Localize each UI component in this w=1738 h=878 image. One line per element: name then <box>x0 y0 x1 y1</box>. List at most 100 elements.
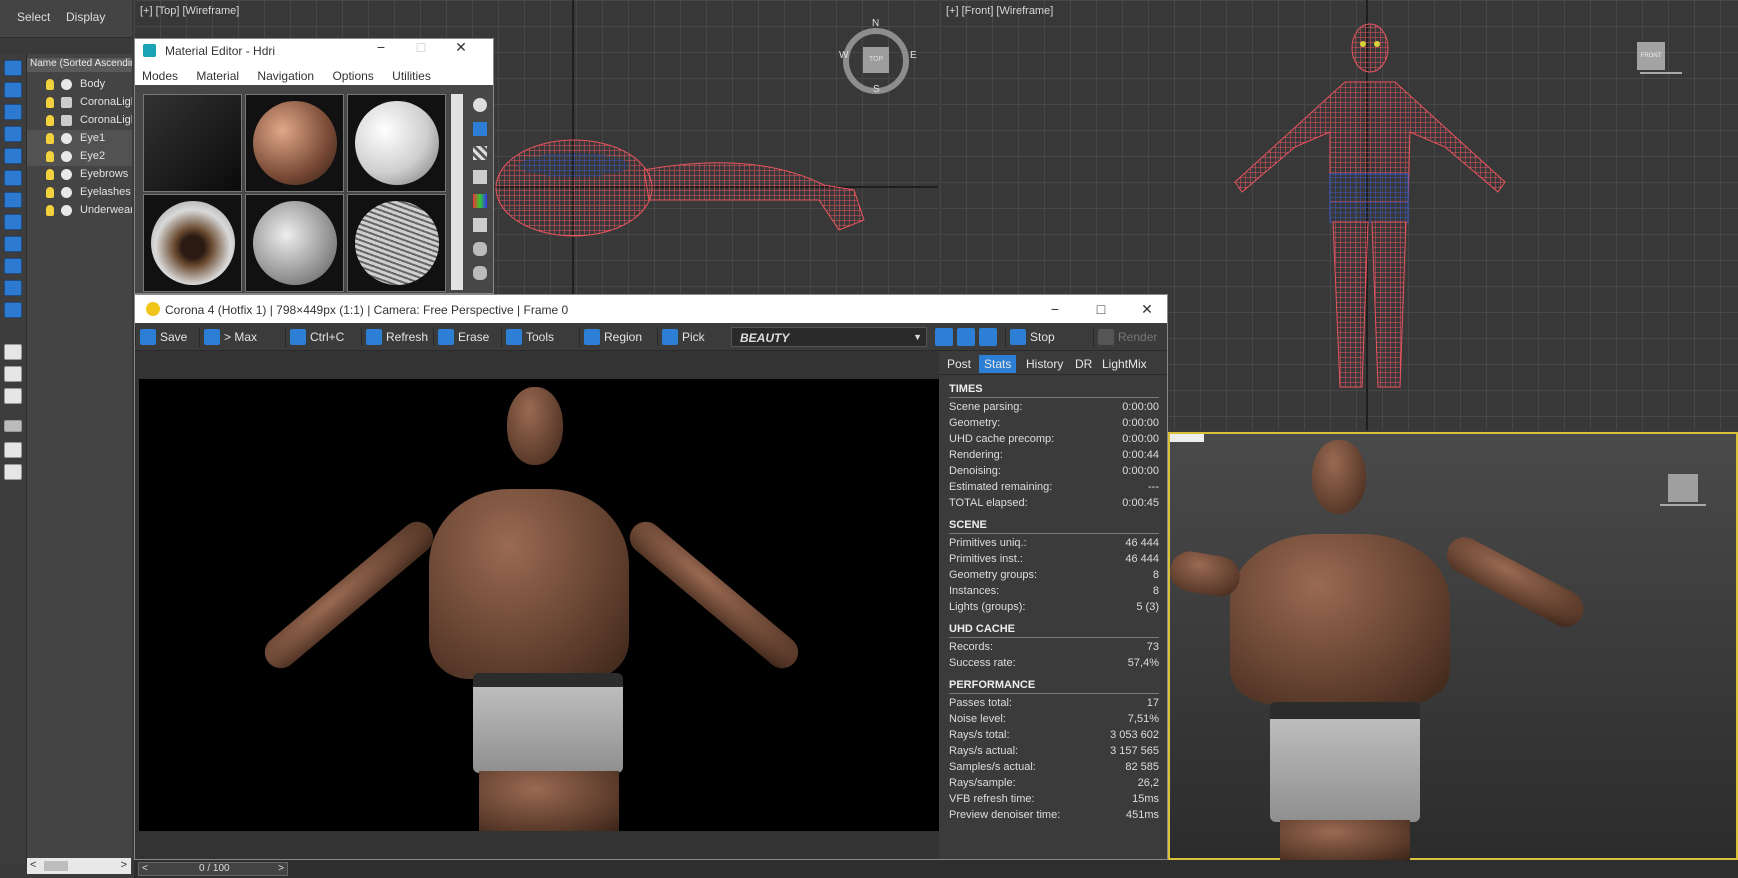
display-xrefs-icon[interactable] <box>4 236 22 252</box>
time-slider[interactable]: < 0 / 100 > <box>138 862 288 876</box>
video-color-icon[interactable] <box>473 194 487 208</box>
make-preview-icon[interactable] <box>473 218 487 232</box>
scroll-thumb[interactable] <box>44 861 68 871</box>
render-canvas[interactable] <box>139 379 939 831</box>
sort-icon[interactable] <box>4 442 22 458</box>
menu-modes[interactable]: Modes <box>142 69 178 83</box>
material-slot-eye[interactable] <box>143 194 242 292</box>
list-item[interactable]: Body <box>27 76 132 94</box>
menu-navigation[interactable]: Navigation <box>257 69 314 83</box>
backlight-icon[interactable] <box>473 122 487 136</box>
menu-material[interactable]: Material <box>196 69 239 83</box>
display-bones-icon[interactable] <box>4 258 22 274</box>
erase-button[interactable]: Erase <box>433 327 495 347</box>
tools-button[interactable]: Tools <box>501 327 560 347</box>
menu-utilities[interactable]: Utilities <box>392 69 431 83</box>
maximize-icon[interactable]: □ <box>1081 295 1121 323</box>
viewport-perspective[interactable] <box>1167 432 1738 860</box>
display-shapes-icon[interactable] <box>4 104 22 120</box>
save-button[interactable]: Save <box>135 327 193 347</box>
select-by-material-icon[interactable] <box>473 266 487 280</box>
render-pass-select[interactable]: BEAUTY ▼ <box>731 327 927 347</box>
viewport-label[interactable]: [+] [Front] [Wireframe] <box>946 5 1053 17</box>
background-icon[interactable] <box>473 146 487 160</box>
tab-dr[interactable]: DR <box>1070 355 1097 373</box>
list-item[interactable]: Eye1 <box>27 130 132 148</box>
explorer-column-header[interactable]: Name (Sorted Ascending) <box>27 58 132 72</box>
options-icon[interactable] <box>473 242 487 256</box>
close-icon[interactable]: ✕ <box>441 39 481 63</box>
light-bulb-icon[interactable] <box>46 133 54 144</box>
zoom-fit-icon[interactable] <box>979 328 997 346</box>
light-bulb-icon[interactable] <box>46 97 54 108</box>
viewcube-top[interactable]: TOP <box>863 47 889 73</box>
material-slot-fabric[interactable] <box>347 94 446 192</box>
wireframe-body-front[interactable] <box>1220 22 1520 394</box>
scroll-right-arrow-icon[interactable]: > <box>121 859 127 871</box>
select-objects-icon[interactable] <box>4 60 22 76</box>
sample-type-icon[interactable] <box>473 98 487 112</box>
copy-button[interactable]: Ctrl+C <box>285 327 350 347</box>
light-bulb-icon[interactable] <box>46 169 54 180</box>
light-bulb-icon[interactable] <box>46 187 54 198</box>
material-editor-titlebar[interactable]: Material Editor - Hdri − □ ✕ <box>135 39 493 63</box>
list-item[interactable]: Eye2 <box>27 148 132 166</box>
material-slot-hair[interactable] <box>347 194 446 292</box>
menu-options[interactable]: Options <box>332 69 373 83</box>
display-containers-icon[interactable] <box>4 280 22 296</box>
pick-button[interactable]: Pick <box>657 327 711 347</box>
viewport-label[interactable]: [+] [Top] [Wireframe] <box>140 5 239 17</box>
uv-tiling-icon[interactable] <box>473 170 487 184</box>
page-icon[interactable] <box>4 344 22 360</box>
render-button[interactable]: Render <box>1093 327 1163 347</box>
display-geometry-icon[interactable] <box>4 82 22 98</box>
time-prev-icon[interactable]: < <box>142 863 148 874</box>
scroll-left-arrow-icon[interactable]: < <box>30 859 36 871</box>
tab-post[interactable]: Post <box>942 355 976 373</box>
zoom-in-icon[interactable] <box>935 328 953 346</box>
layer-icon[interactable] <box>4 464 22 480</box>
display-spacewarps-icon[interactable] <box>4 192 22 208</box>
list-item[interactable]: Underwear <box>27 202 132 220</box>
wireframe-body-top[interactable] <box>494 130 938 250</box>
none-icon[interactable] <box>4 388 22 404</box>
explorer-horizontal-scrollbar[interactable]: < > <box>27 858 131 874</box>
zoom-out-icon[interactable] <box>957 328 975 346</box>
stop-button[interactable]: Stop <box>1005 327 1061 347</box>
display-frozen-icon[interactable] <box>4 302 22 318</box>
material-editor-scrollbar[interactable] <box>451 94 463 290</box>
tab-stats[interactable]: Stats <box>979 355 1017 373</box>
minimize-icon[interactable]: − <box>1035 295 1075 323</box>
tab-lightmix[interactable]: LightMix <box>1097 355 1152 373</box>
material-slot-hdri[interactable] <box>143 94 242 192</box>
light-bulb-icon[interactable] <box>46 151 54 162</box>
refresh-button[interactable]: Refresh <box>361 327 434 347</box>
filter-icon[interactable] <box>4 420 22 432</box>
minimize-icon[interactable]: − <box>361 39 401 63</box>
display-cameras-icon[interactable] <box>4 148 22 164</box>
viewcube-front[interactable]: FRONT <box>1637 42 1665 70</box>
list-item[interactable]: Eyebrows <box>27 166 132 184</box>
close-icon[interactable]: ✕ <box>1127 295 1167 323</box>
light-bulb-icon[interactable] <box>46 205 54 216</box>
material-slot-skin[interactable] <box>245 94 344 192</box>
display-lights-icon[interactable] <box>4 126 22 142</box>
light-bulb-icon[interactable] <box>46 115 54 126</box>
viewcube-perspective[interactable] <box>1668 474 1698 502</box>
corona-titlebar[interactable]: Corona 4 (Hotfix 1) | 798×449px (1:1) | … <box>135 295 1167 323</box>
display-helpers-icon[interactable] <box>4 170 22 186</box>
display-groups-icon[interactable] <box>4 214 22 230</box>
select-menu[interactable]: Select <box>17 10 50 24</box>
light-bulb-icon[interactable] <box>46 79 54 90</box>
maximize-icon[interactable]: □ <box>401 39 441 63</box>
material-slot-glass[interactable] <box>245 194 344 292</box>
display-menu[interactable]: Display <box>66 10 105 24</box>
region-button[interactable]: Region <box>579 327 648 347</box>
tab-history[interactable]: History <box>1021 355 1068 373</box>
list-item[interactable]: CoronaLight002 <box>27 112 132 130</box>
list-item[interactable]: Eyelashes <box>27 184 132 202</box>
list-item[interactable]: CoronaLight001 <box>27 94 132 112</box>
invert-icon[interactable] <box>4 366 22 382</box>
to-max-button[interactable]: > Max <box>199 327 263 347</box>
time-next-icon[interactable]: > <box>278 863 284 874</box>
